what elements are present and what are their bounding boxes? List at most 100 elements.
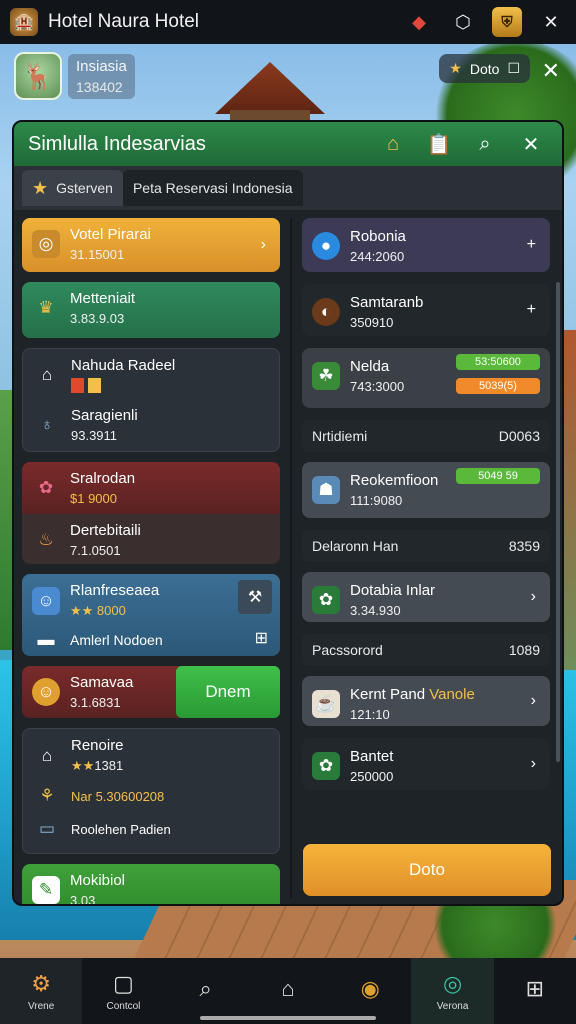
item-title: Samavaa [70, 674, 134, 691]
tab-gsterven[interactable]: ★ Gsterven [22, 170, 123, 206]
top-right-chip[interactable]: ★ Doto ☐ [439, 54, 530, 83]
add-icon[interactable]: + [527, 236, 536, 254]
bottom-nav: ⚙ Vrene ▢ Contcol ⌕ ⌂ ◉ ◎ Verona ⊞ [0, 958, 576, 1024]
home-icon[interactable]: ⌂ [376, 127, 410, 161]
chevron-right-icon[interactable]: › [261, 236, 266, 254]
left-column: ◎ Votel Pirarai 31.15001 › ♛ Metteniait … [22, 218, 280, 906]
nav-verona[interactable]: ◎ Verona [411, 958, 494, 1024]
item-value: ★★1381 [71, 758, 124, 773]
nav-grid[interactable]: ⊞ [494, 958, 576, 1024]
tab-label: Gsterven [56, 180, 113, 196]
list-item[interactable]: ⌂ Renoire ★★1381 [33, 737, 269, 774]
nav-label: Contcol [106, 1000, 141, 1012]
profile-icon: ☺ [32, 586, 60, 615]
item-value-text: 8000 [96, 603, 126, 618]
chevron-right-icon[interactable]: › [531, 588, 536, 606]
status-badge: 5049 59 [456, 468, 540, 484]
column-divider [290, 218, 292, 898]
item-value: 3.03 [70, 893, 96, 906]
nav-contcol[interactable]: ▢ Contcol [82, 958, 164, 1024]
panel-header: Simlulla Indesarvias ⌂ 📋 ⌕ ✕ [14, 122, 562, 166]
list-item[interactable]: ✿ Sralrodan $1 9000 [22, 462, 280, 514]
player-profile[interactable]: 🦌 Insiasia 138402 [14, 52, 135, 100]
section-header: Pacssorord 1089 [302, 634, 550, 666]
scrollbar[interactable] [556, 282, 560, 762]
list-item[interactable]: ● Robonia 244:2060 + [302, 218, 550, 272]
list-item[interactable]: ☗ Reokemfioon 111:9080 5049 59 [302, 462, 550, 518]
nav-map[interactable]: ⌂ [247, 958, 329, 1024]
item-value: 5.30600208 [95, 788, 165, 804]
ring-icon: ◎ [32, 230, 60, 258]
globe-icon: ● [312, 232, 340, 260]
flower-icon: ✿ [38, 478, 54, 497]
clipboard-icon[interactable]: 📋 [422, 127, 456, 161]
list-item[interactable]: ♁ Saragienli 93.3911 [33, 407, 269, 443]
plant-icon: ☘ [312, 362, 340, 390]
avatar[interactable]: 🦌 [14, 52, 62, 100]
status-badge: 53:50600 [456, 354, 540, 370]
item-value: 7.1.0501 [70, 543, 121, 558]
player-name: Insiasia [76, 57, 127, 75]
item-value: 121:10 [350, 707, 390, 722]
list-item[interactable]: ☕ Kernt Pand Vanole 121:10 › [302, 676, 550, 726]
chevron-right-icon[interactable]: › [531, 755, 536, 773]
nav-profile[interactable]: ◉ [329, 958, 411, 1024]
list-item[interactable]: ◎ Votel Pirarai 31.15001 › [22, 218, 280, 272]
chip-close-icon[interactable]: ✕ [542, 58, 560, 84]
section-title: Pacssorord [312, 642, 383, 658]
list-item[interactable]: ✿ Bantet 250000 › [302, 738, 550, 790]
list-item[interactable]: ✿ Dotabia Inlar 3.34.930 › [302, 572, 550, 622]
item-title: Kernt Pand [350, 686, 426, 703]
star-icon: ★ [449, 60, 462, 76]
done-button[interactable]: Doto [303, 844, 551, 896]
nav-vrene[interactable]: ⚙ Vrene [0, 958, 83, 1024]
list-item[interactable]: ☺ Rlanfreseaea ★★ 8000 ⚒ ▬ Amlerl Nodoen… [22, 574, 280, 656]
foliage-right [562, 330, 576, 670]
app-title: Hotel Naura Hotel [48, 11, 200, 32]
item-title: Nahuda Radeel [71, 357, 176, 374]
search-icon[interactable]: ⌕ [468, 127, 502, 161]
tab-label: Peta Reservasi Indonesia [132, 180, 293, 196]
list-item[interactable]: ⚘ Nar 5.30600208 [33, 782, 269, 810]
right-column: ● Robonia 244:2060 + ◐ Samtaranb 350910 … [302, 218, 550, 802]
list-item[interactable]: ♨ Dertebitaili 7.1.0501 [22, 514, 280, 564]
list-item[interactable]: ☺ Samavaa 3.1.6831 Dnem [22, 666, 280, 718]
close-icon[interactable]: ✕ [514, 127, 548, 161]
badge-icon[interactable]: ⛨ [492, 7, 522, 37]
note-icon[interactable]: ☐ [507, 60, 520, 77]
item-value: 31.15001 [70, 247, 125, 262]
tab-bar: ★ Gsterven Peta Reservasi Indonesia [14, 166, 562, 210]
list-item[interactable]: ▭ Roolehen Padien [33, 819, 269, 838]
list-item[interactable]: ◐ Samtaranb 350910 + [302, 284, 550, 336]
diamond-icon[interactable]: ◆ [404, 7, 434, 37]
grid-icon[interactable]: ⊞ [255, 628, 268, 648]
item-title: Reokemfioon [350, 472, 439, 489]
edit-icon: ✎ [32, 876, 60, 904]
item-title-row: Kernt Pand Vanole [350, 686, 475, 703]
wrench-icon[interactable]: ⚒ [238, 580, 272, 614]
list-item[interactable]: ☘ Nelda 743:3000 53:50600 5039(5) [302, 348, 550, 408]
box-icon: ▢ [113, 970, 134, 996]
add-icon[interactable]: + [527, 301, 536, 319]
close-icon[interactable]: ✕ [536, 7, 566, 37]
item-title-highlight: Vanole [429, 686, 475, 703]
list-item[interactable]: ♛ Metteniait 3.83.9.03 [22, 282, 280, 338]
shield-icon[interactable]: ⬡ [448, 7, 478, 37]
list-item[interactable]: ⌂ Nahuda Radeel [33, 357, 269, 393]
hotel-icon: ☗ [312, 476, 340, 504]
map-icon: ⌂ [281, 976, 295, 1001]
enter-button[interactable]: Dnem [176, 666, 280, 718]
section-title: Delaronn Han [312, 538, 399, 554]
dashboard-icon: ⚙ [31, 970, 51, 996]
star-icon: ★ [32, 177, 49, 198]
item-title: Sralrodan [70, 470, 136, 487]
tab-peta-reservasi[interactable]: Peta Reservasi Indonesia [122, 170, 303, 206]
nav-search[interactable]: ⌕ [165, 958, 247, 1024]
item-title: Mokibiol [70, 872, 126, 889]
list-item[interactable]: ✎ Mokibiol 3.03 [22, 864, 280, 906]
section-header: Nrtidiemi D0063 [302, 420, 550, 452]
item-value: 3.34.930 [350, 603, 401, 618]
chevron-right-icon[interactable]: › [531, 692, 536, 710]
item-value: 3.1.6831 [70, 695, 121, 710]
grid-icon: ⊞ [525, 976, 545, 1001]
